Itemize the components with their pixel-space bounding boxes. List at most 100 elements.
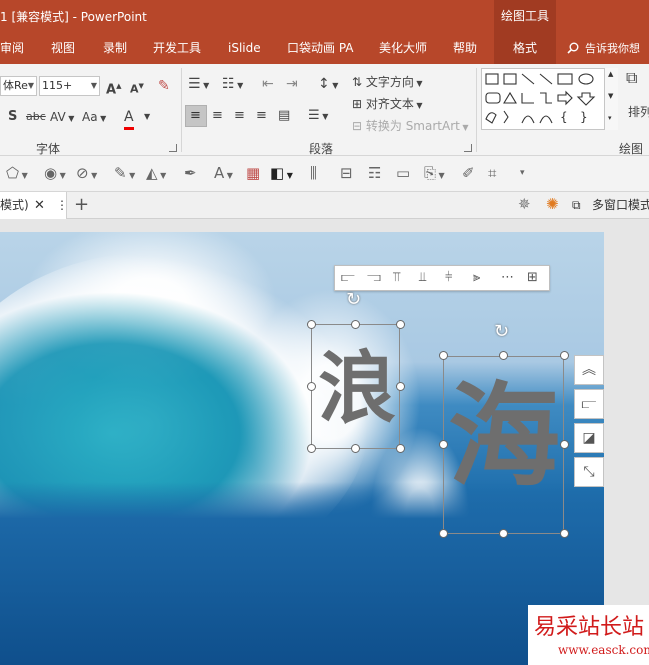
text-direction-button[interactable]: ⇅ 文字方向 ▼ bbox=[352, 72, 423, 94]
align-middle-icon[interactable]: ⊟ bbox=[340, 164, 353, 182]
rotate-handle-icon[interactable]: ↻ bbox=[346, 289, 361, 310]
align-layout-icon[interactable]: ⫍ bbox=[574, 389, 604, 419]
customize-toolbar-icon[interactable]: ▾ bbox=[520, 168, 525, 178]
align-right-edge-icon[interactable]: ⫎ bbox=[367, 270, 381, 285]
resize-handle[interactable] bbox=[499, 529, 508, 538]
selection-box-2[interactable] bbox=[443, 356, 564, 534]
justify-icon[interactable]: ≡ bbox=[256, 106, 267, 126]
align-vertical-center-icon[interactable]: ⫸ bbox=[473, 270, 480, 285]
distribute-icon[interactable]: ⫼ bbox=[310, 164, 317, 182]
tell-me-box[interactable]: 告诉我你想 bbox=[567, 32, 640, 64]
align-left-edge-icon[interactable]: ⫍ bbox=[341, 270, 355, 285]
decrease-indent-icon[interactable]: ⇤ bbox=[262, 74, 274, 94]
copy-format-icon[interactable]: ⎘ ▼ bbox=[424, 164, 445, 182]
resize-handle[interactable] bbox=[307, 320, 316, 329]
line-spacing-icon[interactable]: ↕ ▼ bbox=[318, 74, 338, 96]
tab-view[interactable]: 视图 bbox=[51, 32, 75, 64]
brush-icon[interactable]: ✐ bbox=[462, 164, 475, 182]
grow-font-button[interactable]: A▲ bbox=[106, 76, 121, 100]
tab-format[interactable]: 格式 bbox=[494, 32, 556, 64]
tab-pocket-animation[interactable]: 口袋动画 PA bbox=[287, 32, 354, 64]
rotate-handle-icon[interactable]: ↻ bbox=[494, 321, 509, 342]
tab-help[interactable]: 帮助 bbox=[453, 32, 477, 64]
align-right-icon[interactable]: ≡ bbox=[234, 106, 245, 126]
pen-color-icon[interactable]: ✎ ▼ bbox=[114, 164, 135, 182]
text-wrap-icon[interactable]: ☶ bbox=[368, 164, 381, 182]
align-left-button[interactable]: ≡ bbox=[185, 105, 207, 127]
document-tab[interactable]: 模式) ✕ ⋮ bbox=[0, 192, 68, 219]
multi-window-button[interactable]: ⧉ 多窗口模式 bbox=[572, 192, 649, 219]
editing-canvas[interactable]: 浪 ↻ 海 ↻ ⫍ ⫎ ⫪ ⫫ ⫩ ⫸ ⋯ ⊞ ︽ ⫍ ◪ ⤡ bbox=[0, 219, 649, 665]
crop-icon[interactable]: ⌗ bbox=[488, 164, 496, 182]
font-size-combo[interactable]: 115+ ▼ bbox=[39, 76, 100, 96]
resize-diagonal-icon[interactable]: ⤡ bbox=[574, 457, 604, 487]
shadow-button[interactable]: S bbox=[8, 107, 17, 127]
align-horizontal-center-icon[interactable]: ⫩ bbox=[445, 270, 452, 285]
shapes-gallery[interactable]: { } bbox=[481, 68, 618, 130]
shape-style-icon[interactable]: ◪ bbox=[574, 423, 604, 453]
resize-handle[interactable] bbox=[439, 529, 448, 538]
slide[interactable]: 浪 ↻ 海 ↻ ⫍ ⫎ ⫪ ⫫ ⫩ ⫸ ⋯ ⊞ bbox=[0, 232, 604, 665]
font-dialog-launcher[interactable] bbox=[169, 144, 177, 152]
bring-forward-icon[interactable]: ︽ bbox=[574, 355, 604, 385]
font-color-button[interactable]: A bbox=[124, 107, 134, 130]
tab-review[interactable]: 审阅 bbox=[0, 32, 24, 64]
shape-outline-icon[interactable]: ⬠ ▼ bbox=[6, 164, 28, 182]
resize-handle[interactable] bbox=[307, 444, 316, 453]
merge-shapes-icon[interactable]: ⊘ ▼ bbox=[76, 164, 97, 182]
distributed-icon[interactable]: ▤ bbox=[278, 106, 290, 126]
change-case-button[interactable]: Aa ▼ bbox=[82, 107, 106, 129]
selection-box-1[interactable] bbox=[311, 324, 400, 449]
eyedropper-icon[interactable]: ✒ bbox=[184, 164, 197, 182]
resize-handle[interactable] bbox=[351, 320, 360, 329]
gear-icon[interactable]: ✺ bbox=[546, 195, 559, 213]
shapes-gallery-scrollbar[interactable]: ▲ ▼ ▾ bbox=[604, 68, 618, 130]
align-bottom-edge-icon[interactable]: ⫫ bbox=[419, 270, 426, 285]
strikethrough-button[interactable]: abc bbox=[26, 107, 46, 127]
char-spacing-button[interactable]: AV ▼ bbox=[50, 107, 74, 129]
align-top-edge-icon[interactable]: ⫪ bbox=[393, 270, 400, 285]
arrange-icon[interactable]: ⧉ bbox=[626, 68, 637, 88]
more-icon[interactable]: ⋯ bbox=[501, 270, 514, 285]
convert-smartart-button[interactable]: ⊟ 转换为 SmartArt ▼ bbox=[352, 116, 469, 138]
resize-handle[interactable] bbox=[396, 382, 405, 391]
grid-color-icon[interactable]: ▦ bbox=[246, 164, 260, 182]
resize-handle[interactable] bbox=[351, 444, 360, 453]
tab-islide[interactable]: iSlide bbox=[228, 32, 261, 64]
tab-developer[interactable]: 开发工具 bbox=[153, 32, 201, 64]
selection-pane-icon[interactable]: ⊞ bbox=[527, 270, 538, 285]
more-options-icon[interactable]: ⋮ bbox=[56, 192, 68, 219]
bullets-icon[interactable]: ☰ ▼ bbox=[188, 74, 209, 96]
chevron-down-icon[interactable]: ▼ bbox=[144, 107, 150, 127]
resize-handle[interactable] bbox=[499, 351, 508, 360]
tab-record[interactable]: 录制 bbox=[103, 32, 127, 64]
resize-handle[interactable] bbox=[439, 440, 448, 449]
tab-beautify-master[interactable]: 美化大师 bbox=[379, 32, 427, 64]
resize-handle[interactable] bbox=[307, 382, 316, 391]
resize-handle[interactable] bbox=[560, 529, 569, 538]
align-center-icon[interactable]: ≡ bbox=[212, 106, 223, 126]
font-name-combo[interactable]: 体Re ▼ bbox=[0, 76, 37, 96]
resize-handle[interactable] bbox=[396, 320, 405, 329]
sparkle-icon[interactable]: ✵ bbox=[518, 195, 531, 213]
clear-format-icon[interactable]: ✎ bbox=[158, 76, 170, 96]
shrink-font-button[interactable]: A▼ bbox=[130, 76, 144, 100]
increase-indent-icon[interactable]: ⇥ bbox=[286, 74, 298, 94]
tell-me-text: 告诉我你想 bbox=[585, 42, 640, 55]
resize-handle[interactable] bbox=[560, 351, 569, 360]
resize-handle[interactable] bbox=[560, 440, 569, 449]
arrange-label[interactable]: 排列 bbox=[628, 102, 649, 122]
fill-bucket-icon[interactable]: ◉ ▼ bbox=[44, 164, 66, 182]
effects-icon[interactable]: ◭ ▼ bbox=[146, 164, 166, 182]
resize-handle[interactable] bbox=[396, 444, 405, 453]
close-icon[interactable]: ✕ bbox=[34, 192, 45, 219]
align-text-button[interactable]: ⊞ 对齐文本 ▼ bbox=[352, 94, 423, 116]
paragraph-dialog-launcher[interactable] bbox=[464, 144, 472, 152]
columns-icon[interactable]: ☰ ▼ bbox=[308, 106, 328, 127]
resize-handle[interactable] bbox=[439, 351, 448, 360]
textbox-icon[interactable]: ▭ bbox=[396, 164, 410, 182]
numbering-icon[interactable]: ☷ ▼ bbox=[222, 74, 243, 96]
text-fill-icon[interactable]: A ▼ bbox=[214, 164, 233, 182]
color-swatch-icon[interactable]: ◧ ▼ bbox=[270, 164, 293, 182]
new-tab-button[interactable]: + bbox=[74, 192, 89, 218]
